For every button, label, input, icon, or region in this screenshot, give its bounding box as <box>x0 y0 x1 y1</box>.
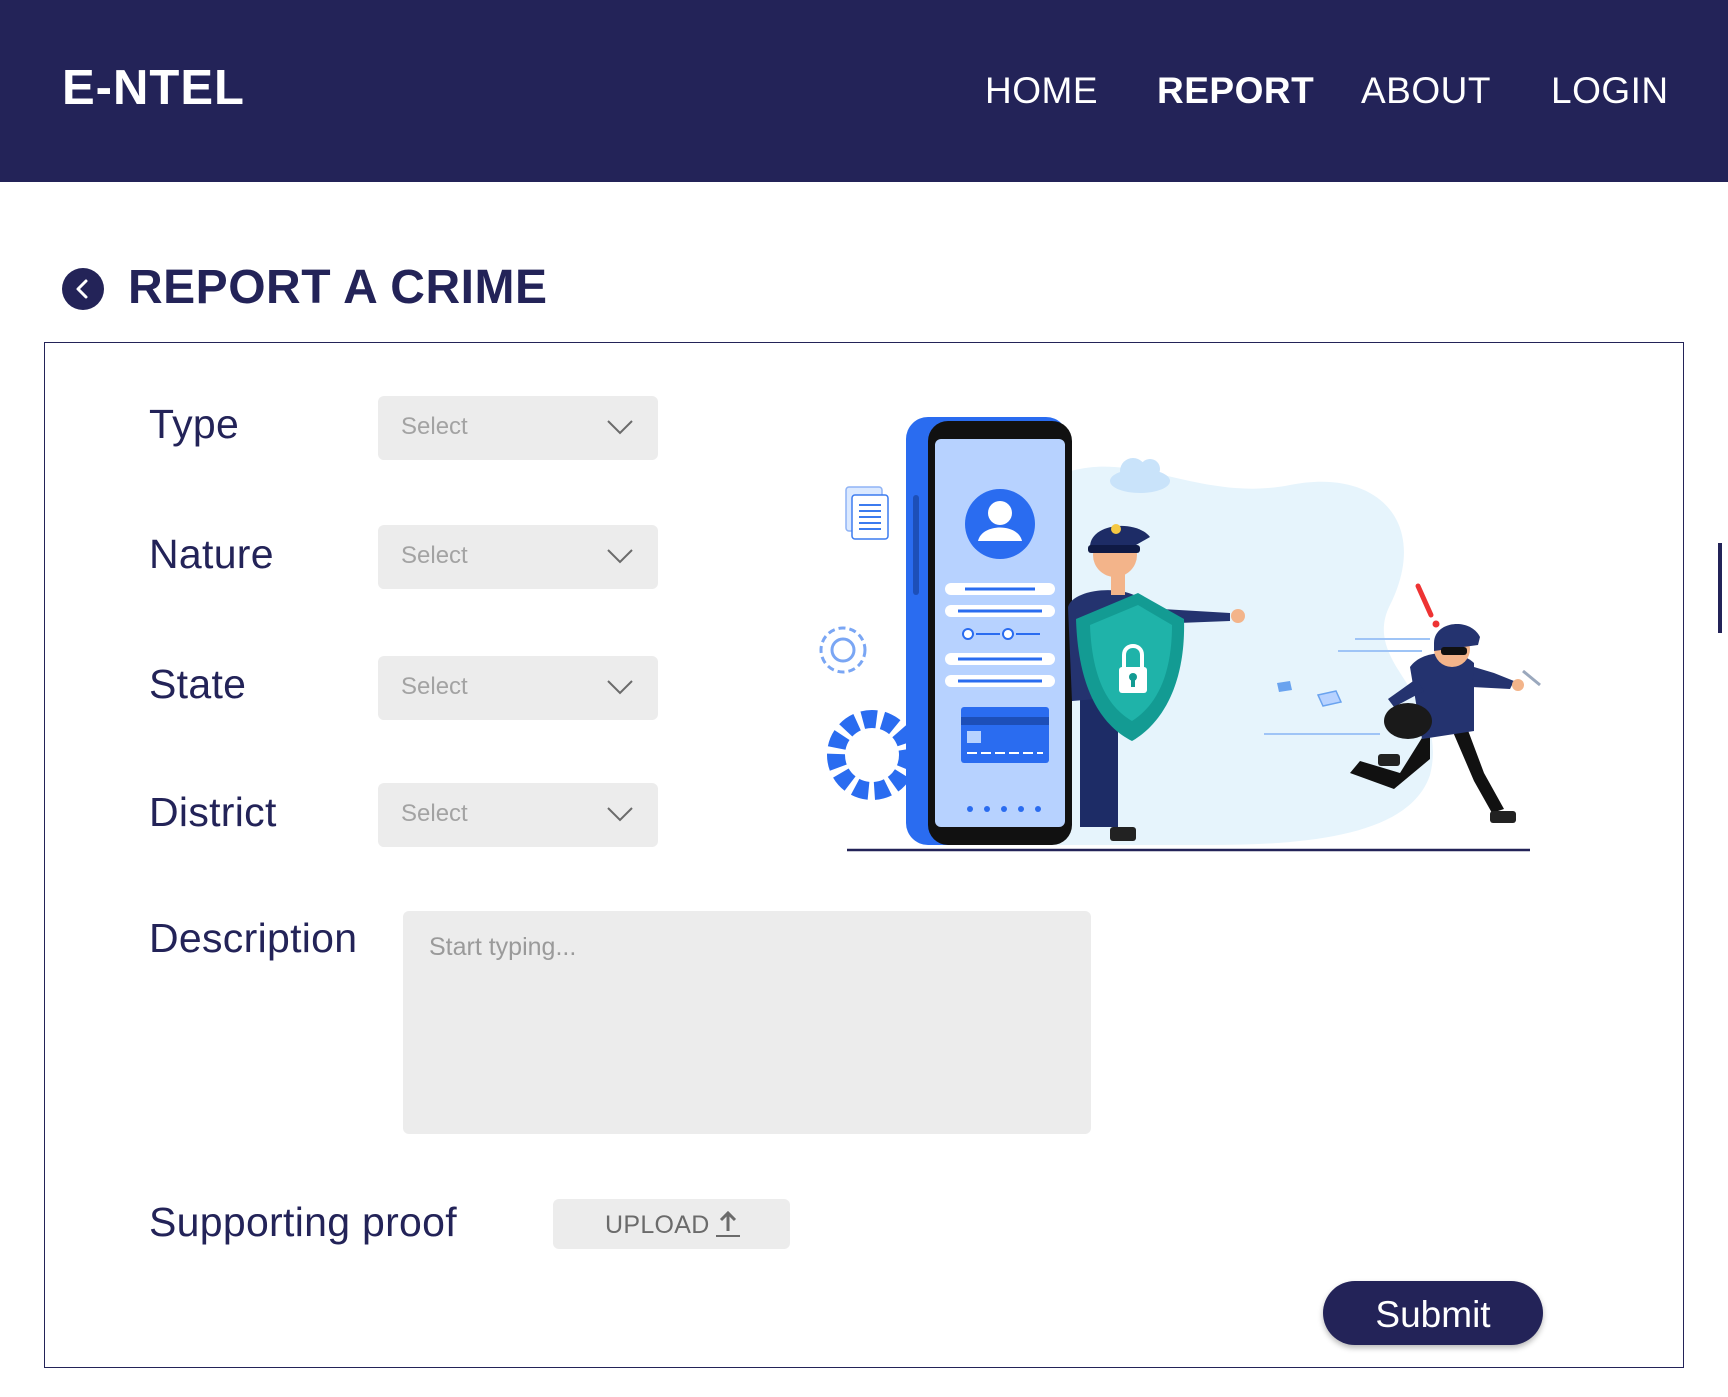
document-icon <box>845 486 889 540</box>
scrollbar-thumb[interactable] <box>1718 543 1722 633</box>
type-label: Type <box>149 401 240 447</box>
district-select-value: Select <box>401 800 468 827</box>
chevron-down-icon <box>607 549 633 564</box>
state-label: State <box>149 661 247 707</box>
nav-about[interactable]: ABOUT <box>1361 70 1491 112</box>
chevron-left-icon <box>76 279 88 299</box>
page-title: REPORT A CRIME <box>128 261 548 314</box>
chevron-down-icon <box>607 807 633 822</box>
type-select[interactable]: Select <box>378 396 658 460</box>
district-select[interactable]: Select <box>378 783 658 847</box>
gear-icon <box>827 710 917 800</box>
district-label: District <box>149 789 277 835</box>
alert-icon <box>1415 583 1440 628</box>
nav-login[interactable]: LOGIN <box>1551 70 1669 112</box>
crime-report-illustration <box>819 417 1541 852</box>
chevron-down-icon <box>607 420 633 435</box>
cloud-icon <box>1110 458 1170 493</box>
top-navbar: E-NTEL HOME REPORT ABOUT LOGIN <box>0 0 1728 182</box>
nature-label: Nature <box>149 531 274 577</box>
type-select-value: Select <box>401 413 468 440</box>
supporting-proof-label: Supporting proof <box>149 1199 457 1245</box>
description-placeholder: Start typing... <box>429 933 577 961</box>
nature-select[interactable]: Select <box>378 525 658 589</box>
submit-label: Submit <box>1375 1294 1491 1335</box>
upload-label: UPLOAD <box>605 1211 710 1239</box>
phone-illustration <box>906 417 1072 845</box>
description-textarea[interactable]: Start typing... <box>403 911 1091 1134</box>
nav-home[interactable]: HOME <box>985 70 1098 112</box>
nav-report[interactable]: REPORT <box>1157 70 1314 112</box>
description-label: Description <box>149 915 358 961</box>
submit-button[interactable]: Submit <box>1323 1281 1543 1345</box>
nature-select-value: Select <box>401 542 468 569</box>
upload-arrow-icon <box>716 1210 740 1237</box>
upload-button[interactable]: UPLOAD <box>553 1199 790 1249</box>
state-select[interactable]: Select <box>378 656 658 720</box>
state-select-value: Select <box>401 673 468 700</box>
chevron-down-icon <box>607 680 633 695</box>
back-button[interactable] <box>62 268 104 310</box>
app-logo[interactable]: E-NTEL <box>62 60 245 116</box>
gear-outline-icon <box>819 626 867 674</box>
